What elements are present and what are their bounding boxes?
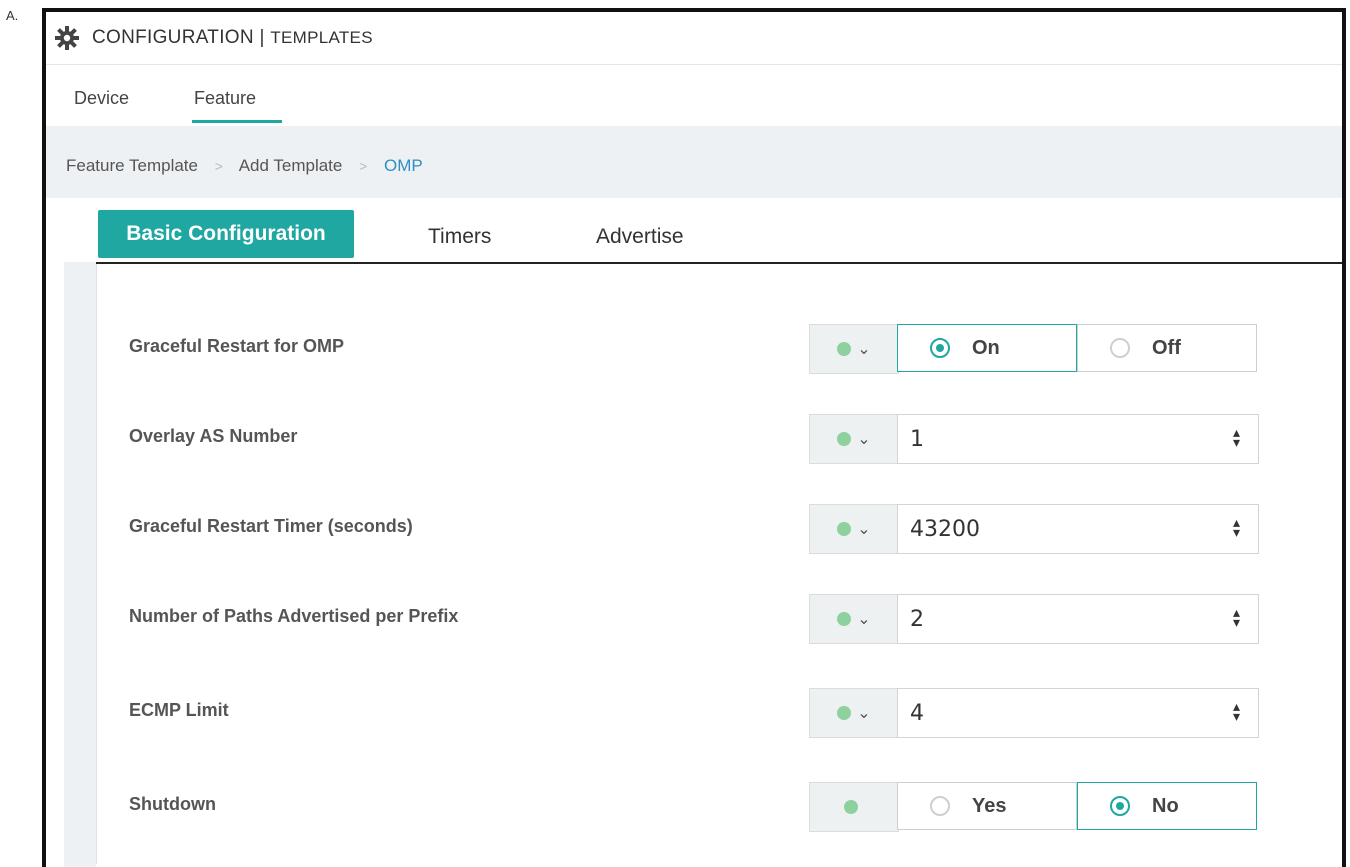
breadcrumb-add-template[interactable]: Add Template bbox=[239, 156, 343, 175]
globe-icon bbox=[837, 432, 852, 446]
shutdown-radio-group: Yes No bbox=[897, 782, 1257, 830]
title-main: CONFIGURATION bbox=[92, 27, 254, 48]
scope-selector[interactable]: ⌄ bbox=[809, 504, 899, 554]
window-frame: CONFIGURATION | TEMPLATES Device Feature… bbox=[42, 8, 1346, 867]
chevron-right-icon: > bbox=[214, 158, 223, 174]
stepper-value: 1 bbox=[910, 426, 924, 452]
field-row-ecmp-limit: ECMP Limit ⌄ 4 ▴ ▾ bbox=[97, 680, 1337, 740]
field-label: Graceful Restart Timer (seconds) bbox=[129, 516, 413, 536]
scope-selector[interactable]: ⌄ bbox=[809, 688, 899, 738]
radio-on[interactable]: On bbox=[897, 324, 1077, 372]
radio-label: On bbox=[972, 336, 1000, 359]
title-separator: | bbox=[259, 27, 265, 48]
breadcrumb-bar: Feature Template > Add Template > OMP bbox=[46, 126, 1342, 198]
scope-selector[interactable] bbox=[809, 782, 899, 832]
scope-selector[interactable]: ⌄ bbox=[809, 324, 899, 374]
page-title: CONFIGURATION | TEMPLATES bbox=[92, 27, 373, 49]
radio-unselected-icon bbox=[1110, 338, 1130, 358]
tab-advertise[interactable]: Advertise bbox=[596, 214, 684, 260]
breadcrumb: Feature Template > Add Template > OMP bbox=[66, 156, 423, 176]
caret-down-icon: ⌄ bbox=[857, 705, 871, 722]
radio-selected-icon bbox=[930, 338, 950, 358]
field-label: Number of Paths Advertised per Prefix bbox=[129, 606, 459, 626]
radio-label: Off bbox=[1152, 336, 1181, 359]
caret-down-icon: ⌄ bbox=[857, 521, 871, 538]
radio-selected-icon bbox=[1110, 796, 1130, 816]
form-panel: Graceful Restart for OMP ⌄ On Off Overla… bbox=[96, 264, 1337, 864]
radio-label: Yes bbox=[972, 794, 1007, 817]
breadcrumb-feature-template[interactable]: Feature Template bbox=[66, 156, 198, 175]
overlay-as-stepper[interactable]: 1 ▴ ▾ bbox=[897, 414, 1259, 464]
title-sub: TEMPLATES bbox=[270, 28, 373, 47]
breadcrumb-omp: OMP bbox=[384, 156, 423, 175]
scope-selector[interactable]: ⌄ bbox=[809, 414, 899, 464]
option-letter: A. bbox=[6, 8, 19, 23]
field-row-overlay-as: Overlay AS Number ⌄ 1 ▴ ▾ bbox=[97, 406, 1337, 466]
stepper-arrows-icon[interactable]: ▴ ▾ bbox=[1233, 515, 1240, 539]
globe-icon bbox=[837, 612, 852, 626]
radio-off[interactable]: Off bbox=[1077, 324, 1257, 372]
tab-device[interactable]: Device bbox=[74, 88, 129, 109]
caret-down-icon: ⌄ bbox=[857, 611, 871, 628]
tab-timers[interactable]: Timers bbox=[428, 214, 491, 260]
field-row-graceful-restart: Graceful Restart for OMP ⌄ On Off bbox=[97, 316, 1337, 376]
radio-unselected-icon bbox=[930, 796, 950, 816]
template-type-tabs: Device Feature bbox=[46, 64, 1342, 126]
field-row-shutdown: Shutdown Yes No bbox=[97, 774, 1337, 834]
stepper-arrows-icon[interactable]: ▴ ▾ bbox=[1233, 605, 1240, 629]
field-row-graceful-timer: Graceful Restart Timer (seconds) ⌄ 43200… bbox=[97, 496, 1337, 556]
globe-icon bbox=[837, 342, 852, 356]
field-label: Shutdown bbox=[129, 794, 216, 814]
field-label: Graceful Restart for OMP bbox=[129, 336, 345, 356]
globe-icon bbox=[837, 706, 852, 720]
radio-yes[interactable]: Yes bbox=[897, 782, 1077, 830]
field-row-paths-per-prefix: Number of Paths Advertised per Prefix ⌄ … bbox=[97, 586, 1337, 646]
active-tab-indicator bbox=[192, 120, 282, 123]
field-label: ECMP Limit bbox=[129, 700, 229, 720]
paths-per-prefix-stepper[interactable]: 2 ▴ ▾ bbox=[897, 594, 1259, 644]
graceful-restart-radio-group: On Off bbox=[897, 324, 1257, 372]
radio-label: No bbox=[1152, 794, 1179, 817]
ecmp-limit-stepper[interactable]: 4 ▴ ▾ bbox=[897, 688, 1259, 738]
tab-feature[interactable]: Feature bbox=[194, 88, 256, 109]
caret-down-icon: ⌄ bbox=[857, 431, 871, 448]
globe-icon bbox=[844, 800, 858, 814]
caret-down-icon: ⌄ bbox=[857, 341, 871, 358]
globe-icon bbox=[837, 522, 852, 536]
stepper-arrows-icon[interactable]: ▴ ▾ bbox=[1233, 699, 1240, 723]
scope-selector[interactable]: ⌄ bbox=[809, 594, 899, 644]
gear-icon bbox=[54, 25, 80, 51]
stepper-arrows-icon[interactable]: ▴ ▾ bbox=[1233, 425, 1240, 449]
section-tabs: Basic Configuration Timers Advertise bbox=[96, 198, 1342, 264]
chevron-right-icon: > bbox=[359, 158, 368, 174]
left-rail bbox=[64, 262, 96, 867]
graceful-timer-stepper[interactable]: 43200 ▴ ▾ bbox=[897, 504, 1259, 554]
field-label: Overlay AS Number bbox=[129, 426, 298, 446]
stepper-value: 2 bbox=[910, 606, 924, 632]
content-area: Basic Configuration Timers Advertise Gra… bbox=[46, 198, 1342, 867]
title-bar: CONFIGURATION | TEMPLATES bbox=[46, 12, 1342, 65]
stepper-value: 43200 bbox=[910, 516, 980, 542]
radio-no[interactable]: No bbox=[1077, 782, 1257, 830]
stepper-value: 4 bbox=[910, 700, 924, 726]
tab-basic-configuration[interactable]: Basic Configuration bbox=[98, 210, 354, 258]
